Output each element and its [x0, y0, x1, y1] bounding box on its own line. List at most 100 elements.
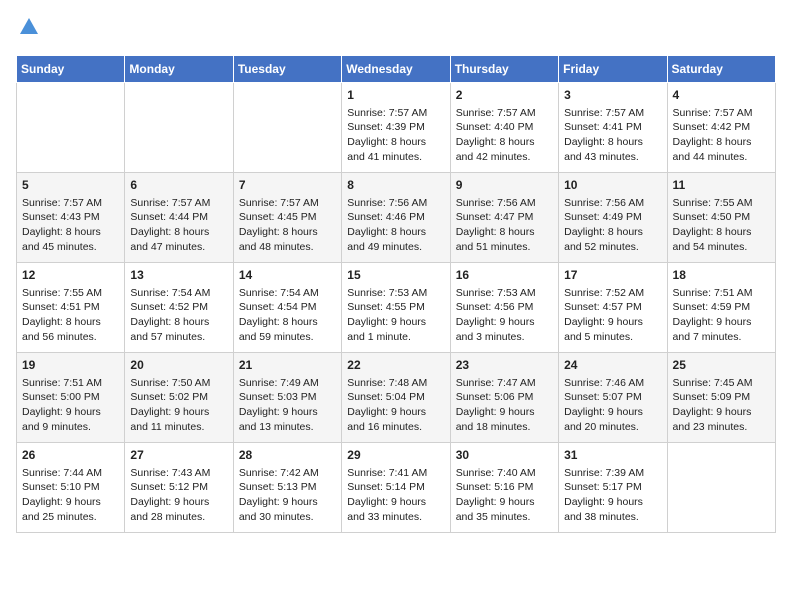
column-header-friday: Friday — [559, 56, 667, 83]
column-header-saturday: Saturday — [667, 56, 775, 83]
sunrise-text: Sunrise: 7:57 AM — [347, 107, 427, 119]
calendar-cell: 9Sunrise: 7:56 AMSunset: 4:47 PMDaylight… — [450, 173, 558, 263]
sunset-text: Sunset: 5:03 PM — [239, 391, 317, 403]
column-header-wednesday: Wednesday — [342, 56, 450, 83]
sunset-text: Sunset: 5:13 PM — [239, 481, 317, 493]
logo-icon — [18, 16, 40, 43]
day-number: 15 — [347, 267, 444, 284]
daylight-text: Daylight: 9 hours and 7 minutes. — [673, 316, 752, 343]
calendar-cell: 22Sunrise: 7:48 AMSunset: 5:04 PMDayligh… — [342, 353, 450, 443]
calendar-week-row: 5 Sunrise: 7:57 AM Sunset: 4:43 PM Daylight… — [17, 173, 776, 263]
sunrise-text: Sunrise: 7:55 AM — [673, 197, 753, 209]
day-number: 24 — [564, 357, 661, 374]
day-number: 20 — [130, 357, 227, 374]
day-number: 1 — [347, 87, 444, 104]
sunrise-text: Sunrise: 7:52 AM — [564, 287, 644, 299]
sunset-text: Sunset: 4:49 PM — [564, 211, 642, 223]
day-number: 4 — [673, 87, 770, 104]
sunrise-text: Sunrise: 7:53 AM — [347, 287, 427, 299]
daylight-text: Daylight: 8 hours and 43 minutes. — [564, 136, 643, 163]
sunrise-text: Sunrise: 7:40 AM — [456, 467, 536, 479]
sunrise-text: Sunrise: 7:39 AM — [564, 467, 644, 479]
daylight-text: Daylight: 9 hours and 33 minutes. — [347, 496, 426, 523]
sunset-text: Sunset: 4:43 PM — [22, 211, 100, 223]
calendar-cell: 28Sunrise: 7:42 AMSunset: 5:13 PMDayligh… — [233, 443, 341, 533]
calendar-cell — [667, 443, 775, 533]
daylight-text: Daylight: 9 hours and 11 minutes. — [130, 406, 209, 433]
day-number: 8 — [347, 177, 444, 194]
sunrise-text: Sunrise: 7:48 AM — [347, 377, 427, 389]
calendar-cell: 8Sunrise: 7:56 AMSunset: 4:46 PMDaylight… — [342, 173, 450, 263]
calendar-cell: 2Sunrise: 7:57 AMSunset: 4:40 PMDaylight… — [450, 83, 558, 173]
daylight-text: Daylight: 8 hours and 59 minutes. — [239, 316, 318, 343]
sunset-text: Sunset: 4:54 PM — [239, 301, 317, 313]
sunset-text: Sunset: 5:12 PM — [130, 481, 208, 493]
calendar-cell: 27Sunrise: 7:43 AMSunset: 5:12 PMDayligh… — [125, 443, 233, 533]
calendar-cell: 13Sunrise: 7:54 AMSunset: 4:52 PMDayligh… — [125, 263, 233, 353]
sunset-text: Sunset: 4:40 PM — [456, 121, 534, 133]
calendar-cell: 31Sunrise: 7:39 AMSunset: 5:17 PMDayligh… — [559, 443, 667, 533]
sunrise-text: Sunrise: 7:57 AM — [673, 107, 753, 119]
calendar-cell: 26Sunrise: 7:44 AMSunset: 5:10 PMDayligh… — [17, 443, 125, 533]
daylight-text: Daylight: 9 hours and 1 minute. — [347, 316, 426, 343]
calendar-cell: 25Sunrise: 7:45 AMSunset: 5:09 PMDayligh… — [667, 353, 775, 443]
daylight-text: Daylight: 8 hours and 57 minutes. — [130, 316, 209, 343]
daylight-text: Daylight: 9 hours and 9 minutes. — [22, 406, 101, 433]
day-number: 7 — [239, 177, 336, 194]
calendar-cell: 21Sunrise: 7:49 AMSunset: 5:03 PMDayligh… — [233, 353, 341, 443]
daylight-text: Daylight: 9 hours and 3 minutes. — [456, 316, 535, 343]
daylight-text: Daylight: 8 hours and 44 minutes. — [673, 136, 752, 163]
sunset-text: Sunset: 4:45 PM — [239, 211, 317, 223]
daylight-text: Daylight: 8 hours and 56 minutes. — [22, 316, 101, 343]
day-number: 5 — [22, 177, 119, 194]
calendar-cell: 6Sunrise: 7:57 AMSunset: 4:44 PMDaylight… — [125, 173, 233, 263]
calendar-cell — [17, 83, 125, 173]
calendar-cell: 11Sunrise: 7:55 AMSunset: 4:50 PMDayligh… — [667, 173, 775, 263]
sunset-text: Sunset: 4:50 PM — [673, 211, 751, 223]
day-number: 26 — [22, 447, 119, 464]
calendar-cell: 29Sunrise: 7:41 AMSunset: 5:14 PMDayligh… — [342, 443, 450, 533]
daylight-text: Daylight: 8 hours and 47 minutes. — [130, 226, 209, 253]
calendar-cell: 12Sunrise: 7:55 AMSunset: 4:51 PMDayligh… — [17, 263, 125, 353]
day-number: 11 — [673, 177, 770, 194]
column-header-sunday: Sunday — [17, 56, 125, 83]
sunset-text: Sunset: 4:42 PM — [673, 121, 751, 133]
calendar-cell: 7Sunrise: 7:57 AMSunset: 4:45 PMDaylight… — [233, 173, 341, 263]
daylight-text: Daylight: 9 hours and 23 minutes. — [673, 406, 752, 433]
daylight-text: Daylight: 9 hours and 13 minutes. — [239, 406, 318, 433]
calendar-week-row: 1 Sunrise: 7:57 AM Sunset: 4:39 PM Daylight… — [17, 83, 776, 173]
day-number: 30 — [456, 447, 553, 464]
day-number: 2 — [456, 87, 553, 104]
column-header-monday: Monday — [125, 56, 233, 83]
sunset-text: Sunset: 5:00 PM — [22, 391, 100, 403]
day-number: 21 — [239, 357, 336, 374]
sunrise-text: Sunrise: 7:57 AM — [239, 197, 319, 209]
daylight-text: Daylight: 9 hours and 20 minutes. — [564, 406, 643, 433]
sunrise-text: Sunrise: 7:46 AM — [564, 377, 644, 389]
calendar-cell: 17Sunrise: 7:52 AMSunset: 4:57 PMDayligh… — [559, 263, 667, 353]
sunrise-text: Sunrise: 7:47 AM — [456, 377, 536, 389]
day-number: 18 — [673, 267, 770, 284]
calendar-cell: 30Sunrise: 7:40 AMSunset: 5:16 PMDayligh… — [450, 443, 558, 533]
sunset-text: Sunset: 4:39 PM — [347, 121, 425, 133]
sunset-text: Sunset: 4:46 PM — [347, 211, 425, 223]
daylight-text: Daylight: 8 hours and 45 minutes. — [22, 226, 101, 253]
sunrise-text: Sunrise: 7:43 AM — [130, 467, 210, 479]
calendar-cell: 23Sunrise: 7:47 AMSunset: 5:06 PMDayligh… — [450, 353, 558, 443]
day-number: 12 — [22, 267, 119, 284]
sunrise-text: Sunrise: 7:54 AM — [239, 287, 319, 299]
sunrise-text: Sunrise: 7:51 AM — [22, 377, 102, 389]
sunset-text: Sunset: 5:06 PM — [456, 391, 534, 403]
sunset-text: Sunset: 4:51 PM — [22, 301, 100, 313]
calendar-cell — [233, 83, 341, 173]
sunrise-text: Sunrise: 7:41 AM — [347, 467, 427, 479]
calendar-header-row: SundayMondayTuesdayWednesdayThursdayFrid… — [17, 56, 776, 83]
calendar-cell — [125, 83, 233, 173]
sunset-text: Sunset: 4:52 PM — [130, 301, 208, 313]
day-number: 22 — [347, 357, 444, 374]
day-number: 28 — [239, 447, 336, 464]
column-header-tuesday: Tuesday — [233, 56, 341, 83]
sunset-text: Sunset: 4:59 PM — [673, 301, 751, 313]
page-header — [16, 16, 776, 43]
sunrise-text: Sunrise: 7:51 AM — [673, 287, 753, 299]
